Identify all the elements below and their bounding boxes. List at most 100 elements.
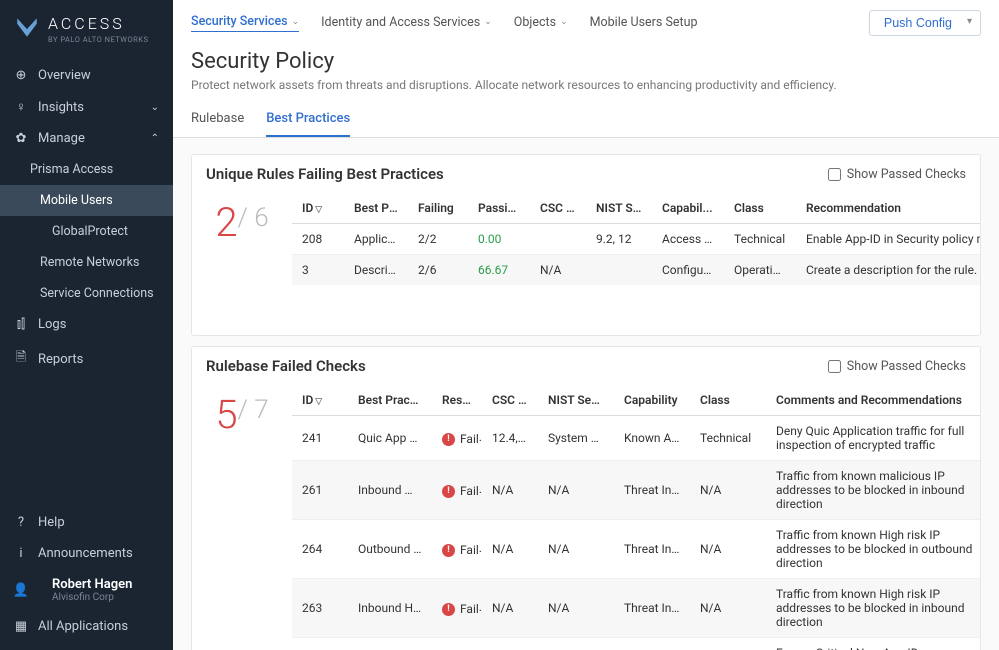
table-cell: Inbound Malicio... bbox=[348, 461, 432, 520]
table-cell: N/A bbox=[690, 520, 766, 579]
nav-user[interactable]: 👤 Robert Hagen Alvisofin Corp bbox=[0, 569, 173, 611]
table-row[interactable]: 3Descriptio...2/666.67N/AConfigurati...O… bbox=[292, 255, 980, 286]
table-cell: 0.00 bbox=[468, 224, 530, 255]
table-cell: 2/2 bbox=[408, 224, 468, 255]
table-cell: Create a description for the rule. bbox=[796, 255, 980, 286]
table-cell: Outbound High ... bbox=[348, 520, 432, 579]
column-header[interactable]: Comments and Recommendations bbox=[766, 385, 980, 416]
column-header[interactable]: ID▽ bbox=[292, 385, 348, 416]
show-passed-toggle[interactable]: Show Passed Checks bbox=[828, 359, 966, 374]
column-header[interactable]: Passing... bbox=[468, 193, 530, 224]
table-cell: N/A bbox=[690, 579, 766, 638]
show-passed-checkbox[interactable] bbox=[828, 360, 841, 373]
nav-remote-networks[interactable]: Remote Networks bbox=[0, 247, 173, 278]
chevron-down-icon: ⌄ bbox=[151, 102, 159, 113]
table-row[interactable]: 264Outbound High ...!FailN/AN/AThreat In… bbox=[292, 520, 980, 579]
fail-count: 5/ 7 bbox=[192, 385, 292, 650]
column-header[interactable]: Best Practic... bbox=[348, 385, 432, 416]
nav-help[interactable]: ?Help bbox=[0, 507, 173, 538]
nav-overview[interactable]: ⊕Overview bbox=[0, 60, 173, 91]
column-header[interactable]: CSC ... bbox=[482, 385, 538, 416]
panel-unique-rules-failing: Unique Rules Failing Best Practices Show… bbox=[191, 154, 981, 336]
nav-insights[interactable]: ♀Insights⌄ bbox=[0, 91, 173, 123]
column-header[interactable]: Result bbox=[432, 385, 482, 416]
globe-icon: ⊕ bbox=[14, 68, 28, 83]
nav-prisma-access[interactable]: Prisma Access bbox=[0, 154, 173, 185]
table-cell: N/A bbox=[530, 255, 586, 286]
user-icon: 👤 bbox=[14, 583, 28, 598]
document-icon: 🗎 bbox=[14, 348, 28, 370]
table-cell: Known Applica... bbox=[614, 416, 690, 461]
nav-logs[interactable]: ⫾⫿Logs bbox=[0, 309, 173, 340]
table-cell: 66.67 bbox=[468, 255, 530, 286]
table-cell: N/A bbox=[690, 638, 766, 650]
table-row[interactable]: 241Quic App Deny ...!Fail12.4, 12.1Syste… bbox=[292, 416, 980, 461]
nav-reports[interactable]: 🗎Reports bbox=[0, 340, 173, 378]
table-cell: N/A bbox=[538, 461, 614, 520]
topnav-identity-access[interactable]: Identity and Access Services⌄ bbox=[321, 14, 492, 32]
table-cell: Operational bbox=[724, 255, 796, 286]
column-header[interactable]: ID▽ bbox=[292, 193, 344, 224]
sort-icon: ▽ bbox=[315, 205, 322, 215]
table-row[interactable]: 263Inbound High Ri...!FailN/AN/AThreat I… bbox=[292, 579, 980, 638]
table-cell: N/A bbox=[538, 638, 614, 650]
help-icon: ? bbox=[14, 515, 28, 530]
table-cell: 249 bbox=[292, 638, 348, 650]
table-cell: Traffic from known High risk IP addresse… bbox=[766, 579, 980, 638]
table-cell: 261 bbox=[292, 461, 348, 520]
info-icon: i bbox=[14, 546, 28, 561]
table-cell: Applicatio... bbox=[344, 224, 408, 255]
table-cell: N/A bbox=[538, 579, 614, 638]
column-header[interactable]: Recommendation bbox=[796, 193, 980, 224]
topnav-security-services[interactable]: Security Services⌄ bbox=[191, 14, 299, 32]
show-passed-toggle[interactable]: Show Passed Checks bbox=[828, 167, 966, 182]
sort-icon: ▽ bbox=[315, 397, 322, 407]
table-row[interactable]: 249New Apps with ...!FailN/AN/AApp Segme… bbox=[292, 638, 980, 650]
column-header[interactable]: CSC ... bbox=[530, 193, 586, 224]
column-header[interactable]: Class bbox=[724, 193, 796, 224]
table-cell: Configurati... bbox=[652, 255, 724, 286]
table-cell: Ensure Critical New App-IDs are Allowed bbox=[766, 638, 980, 650]
nav-service-connections[interactable]: Service Connections bbox=[0, 278, 173, 309]
logo-icon bbox=[14, 14, 40, 44]
table-cell bbox=[586, 255, 652, 286]
table-cell: App Segmentati... bbox=[614, 638, 690, 650]
column-header[interactable]: Failing bbox=[408, 193, 468, 224]
topnav-objects[interactable]: Objects⌄ bbox=[514, 14, 568, 32]
table-cell: System and Co... bbox=[538, 416, 614, 461]
push-config-button[interactable]: Push Config bbox=[869, 10, 981, 36]
brand-subtitle: BY PALO ALTO NETWORKS bbox=[48, 35, 148, 44]
panel-title: Unique Rules Failing Best Practices bbox=[206, 165, 444, 183]
table-cell: N/A bbox=[482, 579, 538, 638]
column-header[interactable]: Best Pr... bbox=[344, 193, 408, 224]
chevron-down-icon: ⌄ bbox=[484, 17, 492, 27]
show-passed-checkbox[interactable] bbox=[828, 168, 841, 181]
table-cell: Deny Quic Application traffic for full i… bbox=[766, 416, 980, 461]
column-header[interactable]: Class bbox=[690, 385, 766, 416]
chevron-down-icon: ⌄ bbox=[292, 17, 300, 27]
nav-globalprotect[interactable]: GlobalProtect bbox=[0, 216, 173, 247]
fail-icon: ! bbox=[442, 433, 455, 446]
fail-icon: ! bbox=[442, 485, 455, 498]
table-cell: Traffic from known malicious IP addresse… bbox=[766, 461, 980, 520]
tab-rulebase[interactable]: Rulebase bbox=[191, 102, 244, 137]
topnav-mobile-users-setup[interactable]: Mobile Users Setup bbox=[590, 14, 698, 32]
column-header[interactable]: Capability bbox=[614, 385, 690, 416]
nav-all-applications[interactable]: ▦All Applications bbox=[0, 611, 173, 642]
rulebase-failed-table: ID▽Best Practic...ResultCSC ...NIST Secu… bbox=[292, 385, 980, 650]
table-cell: 263 bbox=[292, 579, 348, 638]
nav-announcements[interactable]: iAnnouncements bbox=[0, 538, 173, 569]
panel-title: Rulebase Failed Checks bbox=[206, 357, 366, 375]
column-header[interactable]: NIST Securit... bbox=[538, 385, 614, 416]
column-header[interactable]: Capabil... bbox=[652, 193, 724, 224]
tab-best-practices[interactable]: Best Practices bbox=[266, 102, 350, 137]
table-row[interactable]: 208Applicatio...2/20.009.2, 12Access Co.… bbox=[292, 224, 980, 255]
table-cell: !Fail bbox=[432, 638, 482, 650]
column-header[interactable]: NIST S... bbox=[586, 193, 652, 224]
table-cell: 208 bbox=[292, 224, 344, 255]
table-cell: 9.2, 12 bbox=[586, 224, 652, 255]
table-row[interactable]: 261Inbound Malicio...!FailN/AN/AThreat I… bbox=[292, 461, 980, 520]
nav-mobile-users[interactable]: Mobile Users bbox=[0, 185, 173, 216]
apps-icon: ▦ bbox=[14, 619, 28, 634]
nav-manage[interactable]: ✿Manage⌃ bbox=[0, 123, 173, 154]
